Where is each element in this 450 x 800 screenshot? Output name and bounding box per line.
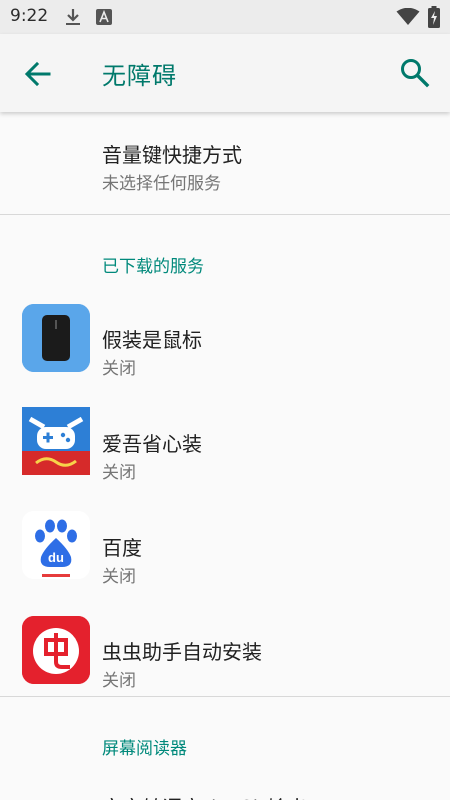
app-bar: 无障碍 (0, 34, 450, 112)
section-header-downloaded: 已下载的服务 (102, 257, 204, 277)
service-item-aiwu[interactable]: 爱吾省心装 关闭 (0, 400, 450, 504)
mouse-app-icon (22, 304, 90, 372)
search-icon (401, 59, 430, 88)
tts-output-title: 文字转语音 (TTS) 输出 (102, 792, 307, 800)
search-button[interactable] (398, 56, 432, 90)
service-summary: 关闭 (102, 463, 136, 483)
arrow-back-icon (24, 61, 51, 87)
section-header-screen-readers: 屏幕阅读器 (102, 739, 187, 759)
baidu-app-icon: du (22, 511, 90, 579)
tts-output-item[interactable]: 文字转语音 (TTS) 输出 (0, 780, 450, 800)
divider (0, 214, 450, 215)
service-item-baidu[interactable]: du 百度 关闭 (0, 504, 450, 608)
status-bar: 9:22 (0, 0, 450, 34)
service-summary: 关闭 (102, 567, 136, 587)
service-title: 百度 (102, 536, 142, 560)
service-summary: 关闭 (102, 671, 136, 691)
service-item-mouse[interactable]: 假装是鼠标 关闭 (0, 296, 450, 400)
volume-shortcut-title: 音量键快捷方式 (102, 143, 242, 167)
service-title: 假装是鼠标 (102, 328, 202, 352)
font-a-icon (96, 9, 112, 29)
svg-text:du: du (48, 550, 64, 565)
aiwu-app-icon (22, 407, 90, 475)
download-icon (64, 7, 82, 31)
service-title: 爱吾省心装 (102, 432, 202, 456)
status-time: 9:22 (10, 6, 49, 26)
divider (0, 696, 450, 697)
back-button[interactable] (22, 58, 54, 90)
page-title: 无障碍 (102, 62, 177, 90)
volume-shortcut-item[interactable]: 音量键快捷方式 未选择任何服务 (0, 112, 450, 214)
service-summary: 关闭 (102, 359, 136, 379)
service-title: 虫虫助手自动安装 (102, 640, 262, 664)
accessibility-list[interactable]: 音量键快捷方式 未选择任何服务 已下载的服务 假装是鼠标 关闭 爱吾省心装 关闭… (0, 112, 450, 800)
battery-charging-icon (428, 6, 440, 32)
chongchong-app-icon (22, 616, 90, 684)
volume-shortcut-summary: 未选择任何服务 (102, 174, 221, 194)
wifi-icon (396, 7, 420, 30)
